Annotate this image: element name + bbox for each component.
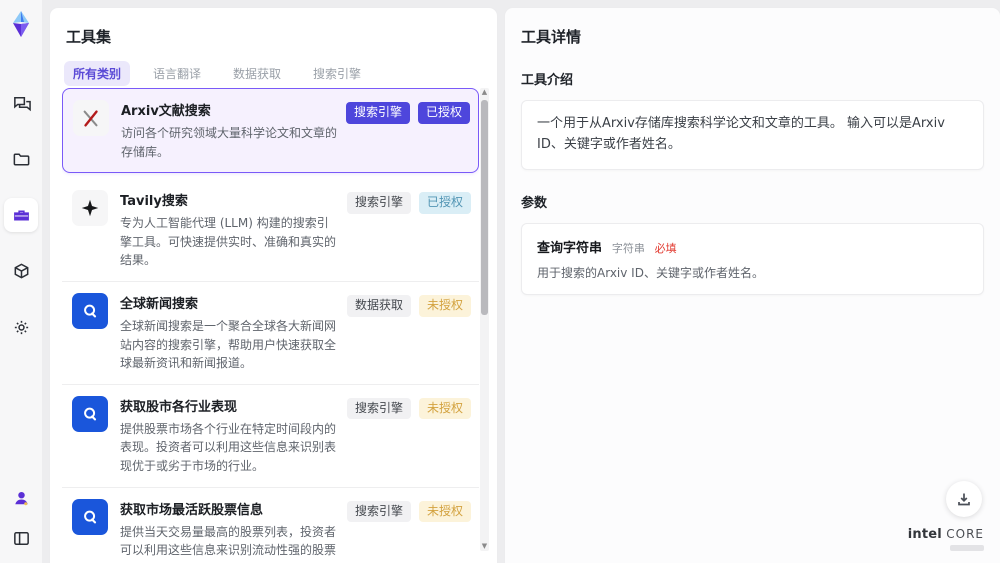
tab-1[interactable]: 语言翻译	[144, 61, 210, 86]
toolbox-icon[interactable]	[4, 198, 38, 232]
category-badge: 数据获取	[346, 294, 411, 317]
tool-tags: 搜索引擎 已授权	[345, 102, 470, 124]
tool-description: 专为人工智能代理 (LLM) 构建的搜索引擎工具。可快速提供实时、准确和真实的结…	[120, 216, 337, 268]
tool-name: 获取市场最活跃股票信息	[120, 502, 264, 518]
tool-name: Tavily搜索	[120, 194, 188, 210]
search-q-icon	[72, 395, 108, 432]
tool-tags: 搜索引擎 未授权	[346, 397, 471, 420]
intro-box: 一个用于从Arxiv存储库搜索科学论文和文章的工具。 输入可以是Arxiv ID…	[521, 100, 984, 170]
chat-icon[interactable]	[4, 86, 38, 120]
gear-icon[interactable]	[4, 310, 38, 344]
intel-wordmark: intel	[907, 527, 942, 542]
tool-list: Arxiv文献搜索 访问各个研究领域大量科学论文和文章的存储库。 搜索引擎 已授权 T…	[62, 88, 479, 561]
arxiv-logo-icon	[73, 100, 109, 136]
intel-core-logo: intel CORE	[908, 527, 984, 551]
tool-name: 获取股市各行业表现	[120, 399, 238, 415]
tool-list-item[interactable]: 全球新闻搜索全球新闻搜索是一个聚合全球各大新闻网站内容的搜索引擎，帮助用户快速获…	[62, 281, 479, 385]
tab-3[interactable]: 搜索引擎	[304, 61, 370, 86]
tool-name: Arxiv文献搜索	[121, 104, 211, 119]
intro-text: 一个用于从Arxiv存储库搜索科学论文和文章的工具。 输入可以是Arxiv ID…	[537, 116, 945, 152]
search-q-icon	[72, 292, 108, 329]
auth-status-badge: 未授权	[418, 397, 471, 420]
tool-description: 访问各个研究领域大量科学论文和文章的存储库。	[121, 126, 338, 159]
tool-description: 提供当天交易量最高的股票列表，投资者可以利用这些信息来识别流动性强的股票和潜在的…	[120, 524, 337, 558]
tavily-sparkle-icon	[72, 190, 108, 227]
tool-list-item[interactable]: Tavily搜索专为人工智能代理 (LLM) 构建的搜索引擎工具。可快速提供实时…	[62, 179, 479, 282]
tool-list-item[interactable]: 获取股市各行业表现提供股票市场各个行业在特定时间段内的表现。投资者可以利用这些信…	[62, 384, 479, 488]
search-q-icon	[72, 498, 108, 535]
category-badge: 搜索引擎	[345, 102, 410, 124]
tool-tags: 搜索引擎 未授权	[346, 500, 471, 523]
app-logo-icon	[7, 10, 35, 38]
tool-collection-panel: 工具集 所有类别 语言翻译 数据获取 搜索引擎 Arxiv文献搜索 访问各个研究领域大量…	[50, 8, 497, 563]
page-title: 工具集	[66, 28, 112, 46]
tab-0[interactable]: 所有类别	[64, 61, 131, 86]
scroll-up-icon[interactable]: ▲	[480, 88, 489, 97]
sidebar-nav	[4, 86, 38, 344]
auth-status-badge: 未授权	[418, 500, 471, 523]
cube-icon[interactable]	[4, 254, 38, 288]
download-button[interactable]	[946, 481, 982, 517]
tool-list-item[interactable]: Arxiv文献搜索访问各个研究领域大量科学论文和文章的存储库。 搜索引擎 已授权	[62, 88, 479, 174]
category-badge: 搜索引擎	[346, 397, 411, 420]
tool-detail-panel: 工具详情 工具介绍 一个用于从Arxiv存储库搜索科学论文和文章的工具。 输入可…	[505, 8, 1000, 563]
tool-list-item[interactable]: 获取市场最活跃股票信息提供当天交易量最高的股票列表，投资者可以利用这些信息来识别…	[62, 487, 479, 561]
param-box: 查询字符串 字符串 必填 用于搜索的Arxiv ID、关键字或作者姓名。	[521, 222, 984, 295]
category-badge: 搜索引擎	[346, 500, 411, 523]
core-wordmark: CORE	[946, 527, 984, 541]
param-desc: 用于搜索的Arxiv ID、关键字或作者姓名。	[537, 265, 764, 280]
intro-heading: 工具介绍	[521, 73, 574, 88]
scrollbar[interactable]: ▲ ▼	[480, 88, 489, 551]
folder-icon[interactable]	[4, 142, 38, 176]
params-heading: 参数	[521, 195, 548, 211]
scroll-thumb[interactable]	[481, 100, 488, 315]
detail-title: 工具详情	[521, 28, 582, 46]
scroll-down-icon[interactable]: ▼	[480, 542, 489, 551]
logo-subbar	[950, 545, 984, 551]
param-type: 字符串	[611, 241, 645, 255]
layout-icon[interactable]	[4, 525, 38, 551]
auth-status-badge: 未授权	[418, 294, 471, 317]
category-badge: 搜索引擎	[346, 192, 411, 214]
auth-status-badge: 已授权	[417, 102, 470, 124]
tool-description: 全球新闻搜索是一个聚合全球各大新闻网站内容的搜索引擎，帮助用户快速获取全球最新资…	[120, 318, 337, 371]
app-sidebar	[0, 0, 42, 563]
param-name: 查询字符串	[537, 240, 603, 256]
tab-2[interactable]: 数据获取	[224, 61, 290, 86]
avatar-icon[interactable]	[4, 485, 38, 511]
auth-status-badge: 已授权	[418, 192, 471, 214]
param-required-badge: 必填	[654, 241, 677, 255]
tool-description: 提供股票市场各个行业在特定时间段内的表现。投资者可以利用这些信息来识别表现优于或…	[120, 421, 337, 473]
tool-tags: 数据获取 未授权	[346, 294, 471, 317]
tool-tags: 搜索引擎 已授权	[346, 192, 471, 214]
tool-name: 全球新闻搜索	[120, 296, 199, 312]
